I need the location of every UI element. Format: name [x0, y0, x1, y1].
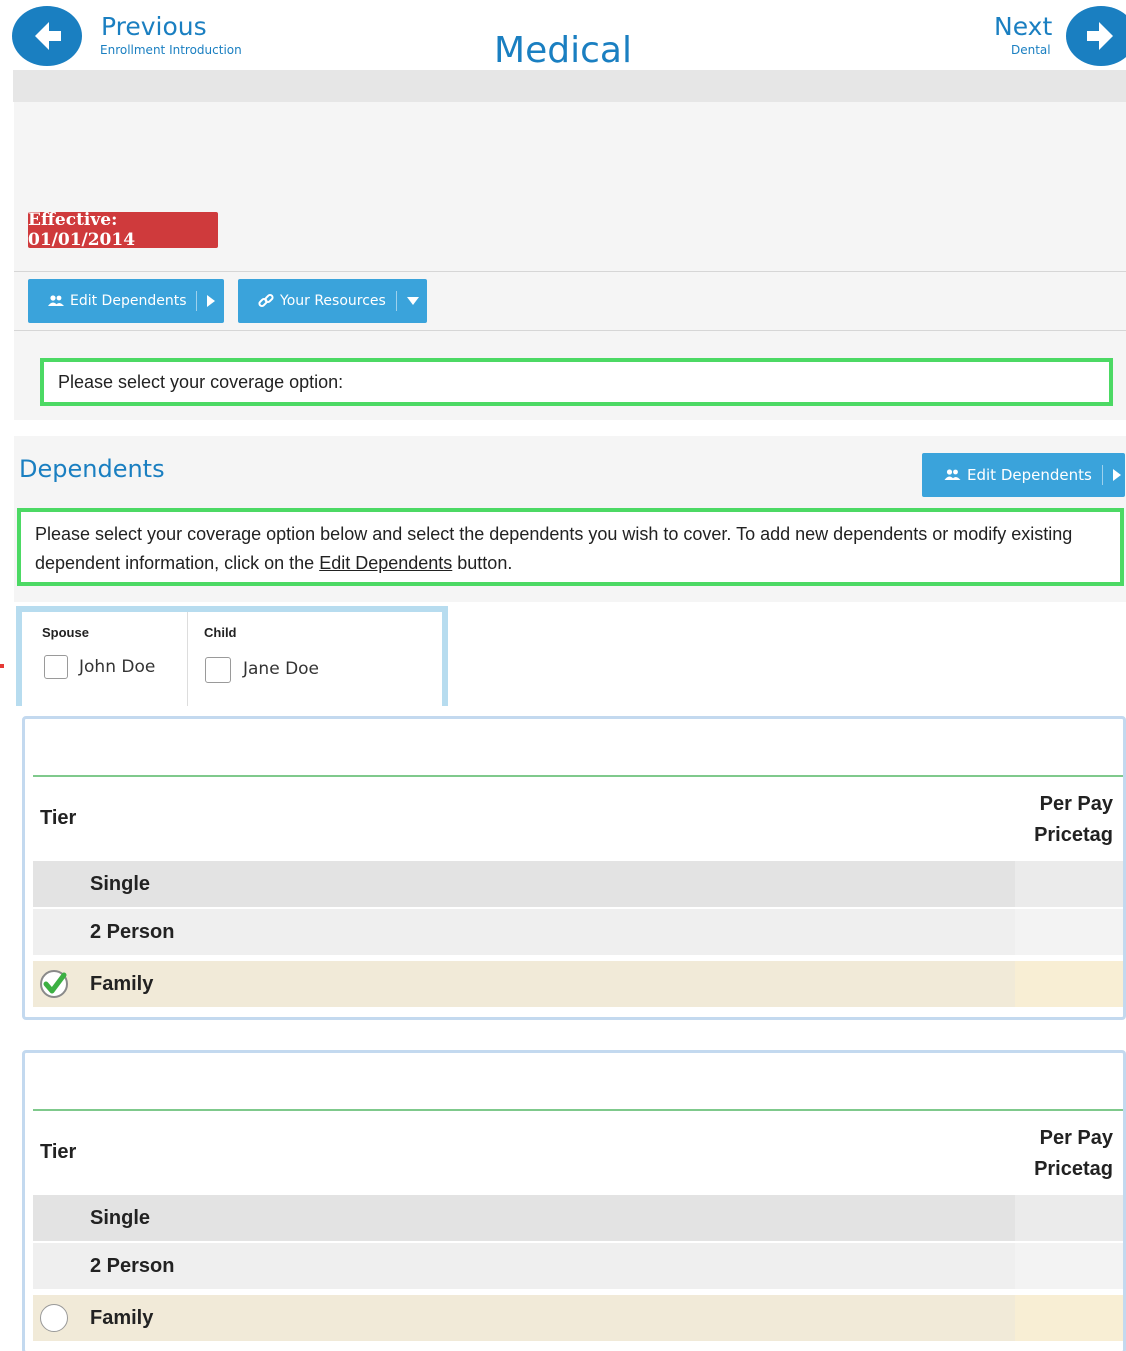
- tier-row-2-person[interactable]: 2 Person: [33, 909, 1123, 955]
- dependents-heading: Dependents: [19, 455, 165, 483]
- button-separator: [395, 291, 397, 311]
- tier-row-2-person[interactable]: 2 Person: [33, 1243, 1123, 1289]
- tier-label: Family: [90, 972, 154, 995]
- caret-right-icon: [207, 295, 216, 307]
- page-title: Medical: [494, 30, 632, 71]
- tier-label: 2 Person: [90, 920, 175, 943]
- tier-label: Single: [90, 1206, 151, 1229]
- edit-dependents-button[interactable]: Edit Dependents: [28, 279, 224, 323]
- instructions-text: Please select your coverage option below…: [35, 524, 1073, 573]
- users-icon: [944, 469, 961, 481]
- plan-divider: [33, 1109, 1123, 1111]
- price-cell: [1015, 861, 1123, 907]
- tier-row-single[interactable]: Single: [33, 861, 1123, 907]
- spouse-name[interactable]: John Doe: [79, 657, 155, 677]
- caret-right-icon: [1112, 469, 1121, 481]
- tier-label: Family: [90, 1306, 154, 1329]
- users-icon: [48, 295, 64, 307]
- coverage-notice: Please select your coverage option:: [40, 358, 1113, 406]
- dependents-selector: Spouse John Doe Child Jane Doe: [16, 606, 448, 706]
- tier-label: 2 Person: [90, 1254, 175, 1277]
- price-header: Per Pay Pricetag: [1034, 789, 1113, 851]
- dependents-instructions: Please select your coverage option below…: [17, 508, 1124, 586]
- price-cell: [1015, 1243, 1123, 1289]
- tier-row-single[interactable]: Single: [33, 1195, 1123, 1241]
- your-resources-label: Your Resources: [280, 293, 386, 309]
- button-separator: [196, 291, 198, 311]
- price-cell: [1015, 961, 1123, 1007]
- price-header-line2: Pricetag: [1034, 824, 1113, 846]
- price-cell: [1015, 909, 1123, 955]
- spouse-group: Spouse John Doe: [22, 612, 188, 706]
- red-marker: [0, 664, 4, 668]
- dependents-edit-label: Edit Dependents: [967, 466, 1092, 484]
- dependents-edit-button[interactable]: Edit Dependents: [922, 453, 1125, 497]
- price-cell: [1015, 1295, 1123, 1341]
- price-header-line2: Pricetag: [1034, 1158, 1113, 1180]
- child-group: Child Jane Doe: [189, 612, 439, 706]
- price-header-line1: Per Pay: [1039, 793, 1113, 815]
- your-resources-button[interactable]: Your Resources: [238, 279, 427, 323]
- price-header-line1: Per Pay: [1039, 1127, 1113, 1149]
- child-checkbox[interactable]: [205, 657, 231, 683]
- tier-label: Single: [90, 872, 151, 895]
- instructions-text-end: button.: [452, 553, 513, 573]
- divider: [14, 330, 1126, 331]
- link-icon: [258, 293, 274, 309]
- price-cell: [1015, 1195, 1123, 1241]
- button-separator: [1101, 465, 1103, 485]
- spouse-label: Spouse: [42, 625, 89, 640]
- nav-divider-bar: [13, 70, 1126, 102]
- tier-row-family[interactable]: Family: [33, 961, 1123, 1007]
- section-gap: [14, 420, 1126, 436]
- plan-divider: [33, 775, 1123, 777]
- edit-dependents-link[interactable]: Edit Dependents: [319, 553, 452, 573]
- child-label: Child: [204, 625, 237, 640]
- divider: [14, 271, 1126, 272]
- edit-dependents-label: Edit Dependents: [70, 293, 187, 309]
- plan-card: Tier Per Pay Pricetag Single 2 Person Fam…: [22, 716, 1126, 1020]
- caret-down-icon: [406, 297, 419, 305]
- plan-card: Tier Per Pay Pricetag Single 2 Person Fam…: [22, 1050, 1126, 1351]
- family-radio[interactable]: [40, 1304, 68, 1332]
- selected-check-icon[interactable]: [38, 968, 70, 1000]
- tier-header: Tier: [40, 807, 77, 829]
- effective-date-badge: Effective: 01/01/2014: [28, 210, 218, 250]
- tier-header: Tier: [40, 1141, 77, 1163]
- spouse-checkbox[interactable]: [44, 655, 68, 679]
- tier-row-family[interactable]: Family: [33, 1295, 1123, 1341]
- price-header: Per Pay Pricetag: [1034, 1123, 1113, 1185]
- child-name[interactable]: Jane Doe: [243, 659, 319, 679]
